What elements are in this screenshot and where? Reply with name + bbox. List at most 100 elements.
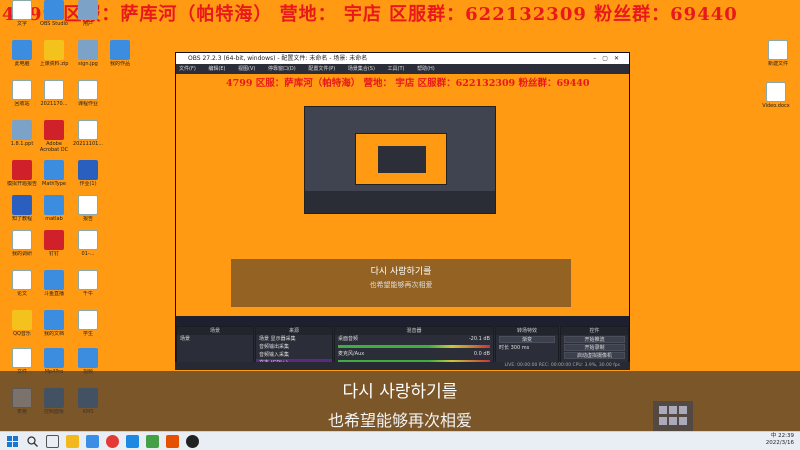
desktop-icon[interactable]: 报告 bbox=[70, 195, 106, 228]
duration-input[interactable]: 300 ms bbox=[511, 345, 530, 351]
file-icon bbox=[12, 230, 32, 250]
menu-tools[interactable]: 工具(T) bbox=[388, 66, 405, 72]
desktop-icon[interactable]: 千牛 bbox=[70, 270, 106, 303]
system-tray[interactable]: 中 22:39 2022/3/16 bbox=[766, 433, 794, 447]
desktop-icon[interactable]: QQ音乐 bbox=[4, 310, 40, 343]
desktop-icon[interactable]: 上课资料.zip bbox=[36, 40, 72, 73]
source-item[interactable]: 音频输出采集 bbox=[256, 343, 332, 351]
file-explorer-icon[interactable] bbox=[66, 435, 79, 448]
start-recording-button[interactable]: 开始录制 bbox=[564, 344, 625, 351]
stream-banner: 4799 区服：萨库河（帕特海） 营地： 宇店 区服群：622132309 粉丝… bbox=[2, 4, 738, 25]
desktop-icon[interactable]: 20211101... bbox=[70, 120, 106, 153]
desktop-icon-label: sign.jpg bbox=[78, 61, 98, 67]
transition-select[interactable]: 渐变 bbox=[499, 336, 555, 343]
windows-start-icon[interactable] bbox=[6, 435, 19, 448]
source-item[interactable]: 场景 显示器采集 bbox=[256, 335, 332, 343]
menu-view[interactable]: 视图(V) bbox=[238, 66, 255, 72]
edge-icon[interactable] bbox=[86, 435, 99, 448]
file-icon bbox=[78, 230, 98, 250]
desktop-icon[interactable]: 新建文件 bbox=[760, 40, 796, 73]
file-icon bbox=[110, 40, 130, 60]
desktop-icon[interactable]: 2021170... bbox=[36, 80, 72, 113]
file-icon bbox=[12, 160, 32, 180]
volume-meter[interactable] bbox=[338, 345, 490, 348]
mixer-level: -20.1 dB bbox=[468, 336, 490, 342]
start-streaming-button[interactable]: 开始推流 bbox=[564, 336, 625, 343]
desktop-icon[interactable]: sign.jpg bbox=[70, 40, 106, 73]
desktop-icon[interactable]: 课程作业 bbox=[70, 80, 106, 113]
obs-titlebar[interactable]: OBS 27.2.3 (64-bit, windows) - 配置文件: 未命名… bbox=[176, 53, 629, 64]
app-icon[interactable] bbox=[166, 435, 179, 448]
app-icon[interactable] bbox=[146, 435, 159, 448]
file-icon bbox=[44, 0, 64, 20]
menu-scene-collection[interactable]: 场景集合(S) bbox=[348, 66, 375, 72]
obs-window[interactable]: OBS 27.2.3 (64-bit, windows) - 配置文件: 未命名… bbox=[175, 52, 630, 370]
desktop-icon-label: 千牛 bbox=[82, 291, 93, 297]
desktop-icon[interactable]: 钉钉 bbox=[36, 230, 72, 263]
desktop-icon[interactable]: MathType bbox=[36, 160, 72, 193]
desktop-icon-label: Video.docx bbox=[762, 103, 790, 109]
menu-docks[interactable]: 停靠窗口(D) bbox=[268, 66, 296, 72]
sources-title: 来源 bbox=[256, 327, 332, 335]
subtitle-line1: 다시 사랑하기를 bbox=[342, 382, 458, 402]
desktop-icon[interactable]: 知了教程 bbox=[4, 195, 40, 228]
mixer-level: 0.0 dB bbox=[473, 351, 490, 357]
mixer-title: 混音器 bbox=[335, 327, 493, 335]
menu-file[interactable]: 文件(F) bbox=[179, 66, 196, 72]
source-item[interactable]: 音频输入采集 bbox=[256, 351, 332, 359]
menu-help[interactable]: 帮助(H) bbox=[417, 66, 435, 72]
menu-edit[interactable]: 编辑(E) bbox=[208, 66, 225, 72]
desktop-icon-label: MathType bbox=[42, 181, 66, 187]
desktop-icon-label: 斗鱼直播 bbox=[43, 291, 64, 297]
obs-preview[interactable]: 4799 区服：萨库河（帕特海） 营地： 宇店 区服群：622132309 粉丝… bbox=[176, 74, 629, 326]
desktop-icon-label: 我的文档 bbox=[43, 331, 64, 337]
desktop-icon[interactable]: 我的调研 bbox=[4, 230, 40, 263]
menu-profile[interactable]: 配置文件(P) bbox=[308, 66, 335, 72]
scene-item[interactable]: 场景 bbox=[177, 335, 253, 343]
desktop-icon[interactable]: OBS Studio bbox=[36, 0, 72, 33]
file-icon bbox=[44, 230, 64, 250]
desktop-icon[interactable]: 论文 bbox=[4, 270, 40, 303]
desktop-icon[interactable]: 用户 bbox=[70, 0, 106, 33]
chrome-icon[interactable] bbox=[106, 435, 119, 448]
file-icon bbox=[12, 120, 32, 140]
desktop-icon[interactable]: 回收站 bbox=[4, 80, 40, 113]
app-icon[interactable] bbox=[126, 435, 139, 448]
file-icon bbox=[78, 0, 98, 20]
grid-icon bbox=[653, 401, 693, 431]
scenes-title: 场景 bbox=[177, 327, 253, 335]
nested-dock-strip bbox=[305, 191, 495, 213]
clock-time: 22:39 bbox=[778, 433, 794, 439]
desktop-icon[interactable]: 作业(1) bbox=[70, 160, 106, 193]
desktop-icon[interactable]: 1.8.1.ppt bbox=[4, 120, 40, 153]
desktop-icon-label: 文字 bbox=[16, 21, 27, 27]
ime-indicator[interactable]: 中 bbox=[771, 433, 777, 439]
desktop-icon[interactable]: 01-... bbox=[70, 230, 106, 263]
file-icon bbox=[44, 120, 64, 140]
nested-preview bbox=[304, 106, 496, 214]
virtual-camera-button[interactable]: 启动虚拟摄像机 bbox=[564, 352, 625, 359]
window-controls[interactable]: –▢✕ bbox=[593, 53, 625, 64]
desktop-icon[interactable]: 文字 bbox=[4, 0, 40, 33]
duration-label: 时长 bbox=[499, 345, 510, 351]
desktop-icon[interactable]: 模拟开题报告 bbox=[4, 160, 40, 193]
task-view-icon[interactable] bbox=[46, 435, 59, 448]
controls-title: 控件 bbox=[561, 327, 628, 335]
desktop-icon[interactable]: 我的文档 bbox=[36, 310, 72, 343]
obs-taskbar-icon[interactable] bbox=[186, 435, 199, 448]
desktop-icon[interactable]: 此电脑 bbox=[4, 40, 40, 73]
desktop-icon-label: 2021170... bbox=[40, 101, 68, 107]
desktop-icon[interactable]: 斗鱼直播 bbox=[36, 270, 72, 303]
file-icon bbox=[78, 80, 98, 100]
desktop-icon[interactable]: 学生 bbox=[70, 310, 106, 343]
desktop-icon[interactable]: Video.docx bbox=[758, 82, 794, 115]
file-icon bbox=[78, 40, 98, 60]
desktop-icon[interactable]: Adobe Acrobat DC bbox=[36, 120, 72, 153]
file-icon bbox=[78, 348, 98, 368]
clock-date: 2022/3/16 bbox=[765, 440, 794, 446]
search-icon[interactable] bbox=[26, 435, 39, 448]
file-icon bbox=[12, 310, 32, 330]
file-icon bbox=[78, 270, 98, 290]
desktop-icon[interactable]: 我的作品 bbox=[102, 40, 138, 73]
desktop-icon[interactable]: matlab bbox=[36, 195, 72, 228]
